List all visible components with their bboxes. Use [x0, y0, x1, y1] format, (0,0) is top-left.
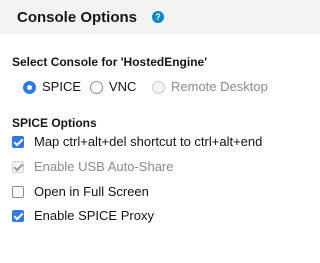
checkbox-label-map-ctrl-alt-del: Map ctrl+alt+del shortcut to ctrl+alt+en…: [34, 134, 263, 149]
checkbox-map-ctrl-alt-del[interactable]: [12, 136, 24, 148]
radio-button-remote-desktop: [152, 80, 165, 94]
checkbox-label-usb-auto-share: Enable USB Auto-Share: [34, 159, 174, 174]
spice-options-label: SPICE Options: [12, 116, 97, 130]
radio-label-remote-desktop: Remote Desktop: [171, 79, 268, 94]
radio-button-vnc[interactable]: [90, 80, 103, 94]
console-radio-group: SPICE VNC Remote Desktop: [0, 78, 320, 96]
checkbox-label-full-screen: Open in Full Screen: [34, 184, 149, 199]
checkbox-row-full-screen[interactable]: Open in Full Screen: [12, 184, 149, 200]
radio-option-vnc[interactable]: VNC: [90, 78, 136, 96]
console-select-label: Select Console for 'HostedEngine': [12, 55, 208, 69]
checkbox-row-map-ctrl-alt-del[interactable]: Map ctrl+alt+del shortcut to ctrl+alt+en…: [12, 134, 262, 150]
radio-label-vnc: VNC: [109, 79, 137, 94]
checkbox-row-spice-proxy[interactable]: Enable SPICE Proxy: [12, 208, 154, 224]
radio-button-spice[interactable]: [23, 80, 36, 94]
checkbox-full-screen[interactable]: [12, 186, 24, 198]
radio-label-spice: SPICE: [42, 79, 82, 94]
checkbox-label-spice-proxy: Enable SPICE Proxy: [34, 208, 154, 223]
checkbox-usb-auto-share: [12, 161, 24, 173]
radio-option-spice[interactable]: SPICE: [23, 78, 81, 96]
checkbox-row-usb-auto-share: Enable USB Auto-Share: [12, 159, 173, 175]
help-icon[interactable]: ?: [152, 11, 164, 23]
radio-option-remote-desktop: Remote Desktop: [152, 78, 268, 96]
checkbox-spice-proxy[interactable]: [12, 210, 24, 222]
dialog-title: Console Options: [17, 9, 137, 26]
dialog-header: Console Options ?: [0, 0, 320, 34]
